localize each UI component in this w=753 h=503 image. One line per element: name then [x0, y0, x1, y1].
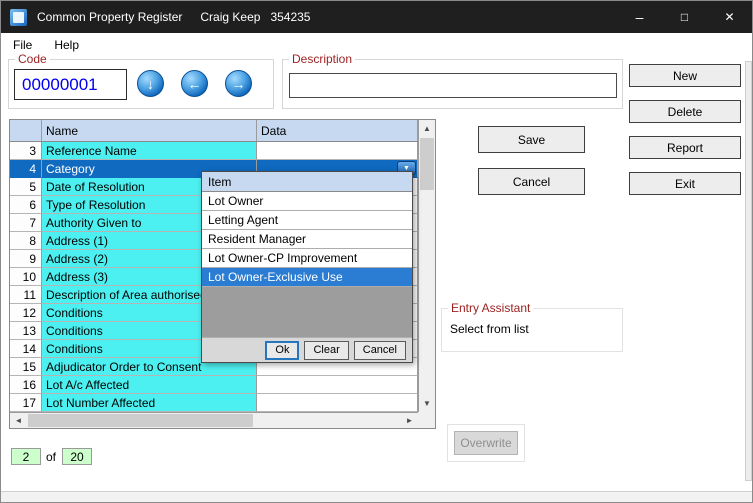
row-data[interactable]: [257, 376, 418, 394]
overwrite-panel: Overwrite: [447, 424, 525, 462]
row-number: 15: [10, 358, 42, 376]
grid-header-name: Name: [42, 120, 257, 141]
record-of-label: of: [46, 450, 57, 464]
grid-row[interactable]: 16 Lot A/c Affected: [10, 376, 418, 394]
window-controls: – □ ✕: [617, 1, 752, 33]
row-number: 3: [10, 142, 42, 160]
window-title-id: 354235: [270, 10, 311, 24]
record-current-indicator: 2: [11, 448, 41, 465]
row-number: 13: [10, 322, 42, 340]
row-data[interactable]: [257, 142, 418, 160]
save-button[interactable]: Save: [478, 126, 585, 153]
overwrite-button[interactable]: Overwrite: [454, 431, 518, 455]
new-button[interactable]: New: [629, 64, 741, 87]
vertical-scroll-thumb[interactable]: [420, 138, 434, 190]
grid-row[interactable]: 3 Reference Name: [10, 142, 418, 160]
code-input[interactable]: [14, 69, 127, 100]
row-number: 7: [10, 214, 42, 232]
cancel-button[interactable]: Cancel: [353, 340, 406, 360]
description-input[interactable]: [289, 73, 617, 98]
popup-item[interactable]: Letting Agent: [202, 211, 412, 230]
scrollbar-corner: [418, 412, 435, 428]
popup-item[interactable]: Resident Manager: [202, 230, 412, 249]
popup-header: Item: [202, 172, 412, 192]
menu-item-help[interactable]: Help: [44, 35, 89, 55]
description-panel: Description: [282, 52, 623, 109]
popup-item[interactable]: Lot Owner: [202, 192, 412, 211]
action-buttons: New Delete Report Exit: [629, 64, 741, 195]
row-name[interactable]: Lot A/c Affected: [42, 376, 257, 394]
app-icon: [10, 8, 27, 26]
app-window: Common Property Register Craig Keep 3542…: [0, 0, 753, 503]
code-panel: Code ↓ ← →: [8, 52, 274, 109]
scroll-down-icon[interactable]: ▼: [419, 395, 435, 412]
scroll-left-icon[interactable]: ◄: [10, 413, 27, 428]
item-picker-popup: Item Lot Owner Letting Agent Resident Mana…: [201, 171, 413, 363]
grid-vertical-scrollbar[interactable]: ▲ ▼: [418, 120, 435, 412]
description-label: Description: [289, 52, 356, 66]
grid-row[interactable]: 17 Lot Number Affected: [10, 394, 418, 412]
horizontal-scroll-thumb[interactable]: [28, 414, 253, 427]
nav-previous-button[interactable]: ←: [181, 70, 208, 97]
row-number: 9: [10, 250, 42, 268]
row-data[interactable]: [257, 394, 418, 412]
grid-header-data: Data: [257, 120, 418, 141]
grid-header: Name Data: [10, 120, 418, 142]
row-name[interactable]: Reference Name: [42, 142, 257, 160]
row-number: 12: [10, 304, 42, 322]
delete-button[interactable]: Delete: [629, 100, 741, 123]
row-number: 10: [10, 268, 42, 286]
code-label: Code: [15, 52, 50, 66]
ok-button[interactable]: Ok: [265, 340, 300, 360]
nav-next-button[interactable]: →: [225, 70, 252, 97]
cancel-button[interactable]: Cancel: [478, 168, 585, 195]
entry-assistant-panel: Entry Assistant Select from list: [441, 301, 623, 352]
row-number: 8: [10, 232, 42, 250]
row-number: 11: [10, 286, 42, 304]
popup-empty-area: [202, 287, 412, 337]
row-number: 17: [10, 394, 42, 412]
close-button[interactable]: ✕: [707, 1, 752, 33]
grid-horizontal-scrollbar[interactable]: ◄ ►: [10, 412, 418, 428]
title-bar: Common Property Register Craig Keep 3542…: [1, 1, 752, 33]
popup-footer: Ok Clear Cancel: [202, 337, 412, 362]
grid-header-rownum: [10, 120, 42, 141]
clear-button[interactable]: Clear: [304, 340, 349, 360]
row-number: 5: [10, 178, 42, 196]
menu-bar: File Help: [1, 33, 752, 57]
row-number: 4: [10, 160, 42, 178]
popup-item[interactable]: Lot Owner-Exclusive Use: [202, 268, 412, 287]
window-title-user: Craig Keep: [200, 10, 261, 24]
window-bottom-edge: [1, 491, 752, 502]
window-vertical-scrollbar[interactable]: [745, 61, 752, 481]
minimize-button[interactable]: –: [617, 1, 662, 33]
nav-down-button[interactable]: ↓: [137, 70, 164, 97]
maximize-button[interactable]: □: [662, 1, 707, 33]
scroll-right-icon[interactable]: ►: [401, 413, 418, 428]
exit-button[interactable]: Exit: [629, 172, 741, 195]
entry-assistant-text: Select from list: [450, 322, 529, 336]
report-button[interactable]: Report: [629, 136, 741, 159]
entry-assistant-title: Entry Assistant: [448, 301, 534, 315]
row-number: 6: [10, 196, 42, 214]
row-number: 16: [10, 376, 42, 394]
scroll-up-icon[interactable]: ▲: [419, 120, 435, 137]
window-title: Common Property Register: [37, 10, 183, 24]
record-total-indicator: 20: [62, 448, 92, 465]
row-name[interactable]: Lot Number Affected: [42, 394, 257, 412]
popup-item[interactable]: Lot Owner-CP Improvement: [202, 249, 412, 268]
window-title-group: Common Property Register Craig Keep 3542…: [37, 10, 310, 24]
row-number: 14: [10, 340, 42, 358]
